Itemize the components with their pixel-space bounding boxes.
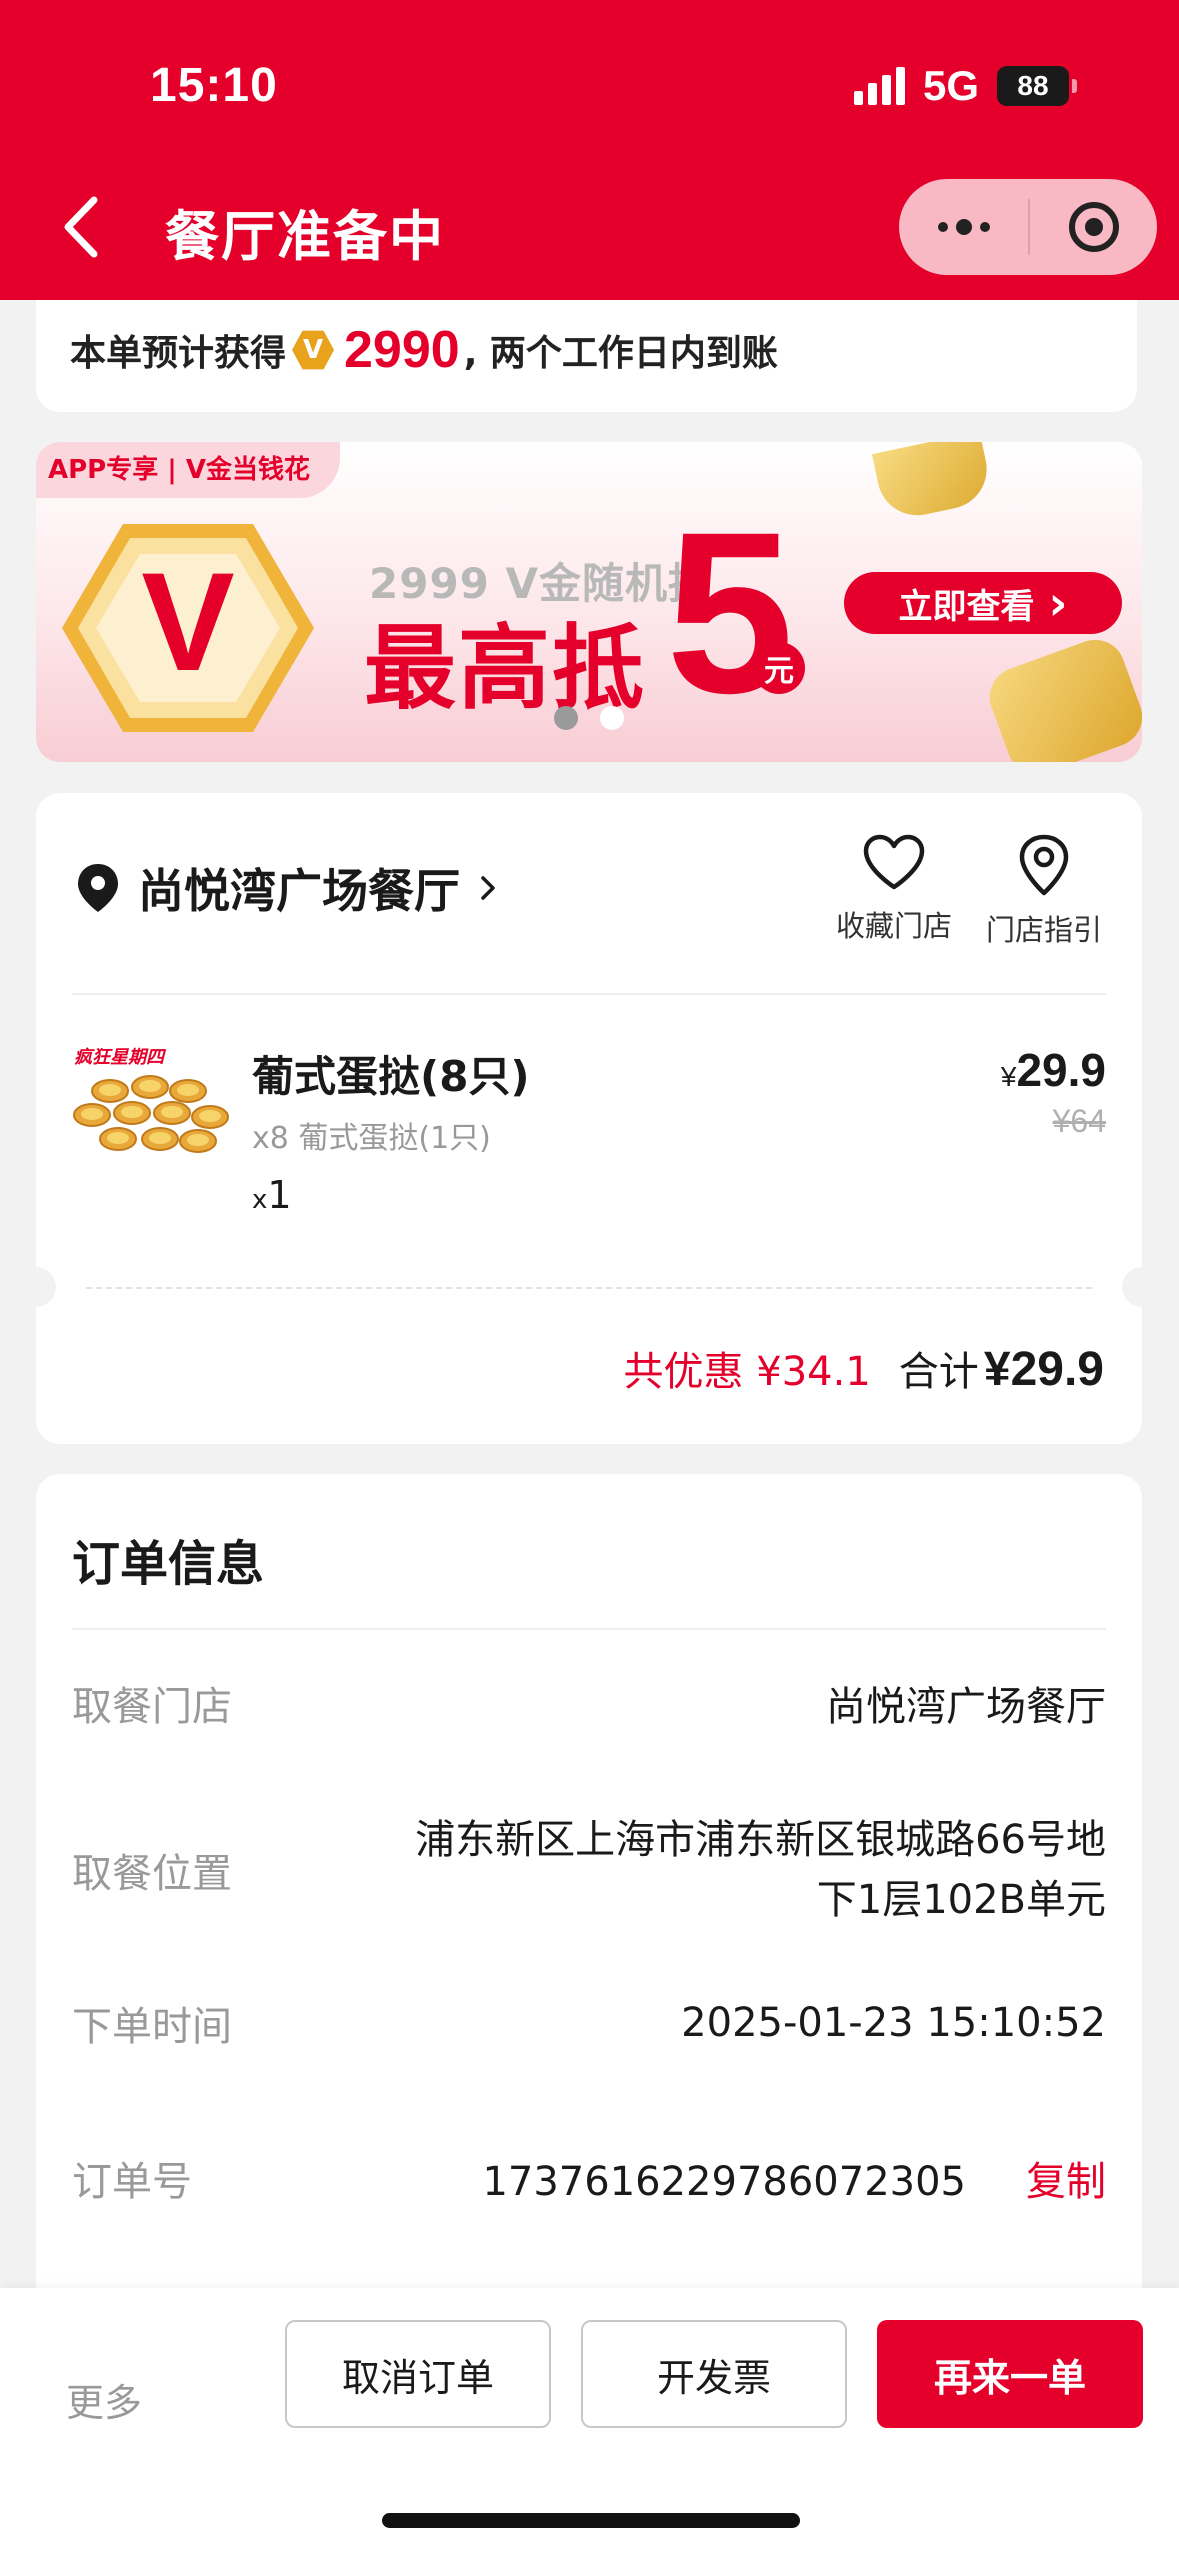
total-label: 合计 xyxy=(898,1349,979,1395)
points-card: 本单预计获得 V 2990 , 两个工作日内到账 xyxy=(36,300,1137,412)
info-value: 2025-01-23 15:10:52 xyxy=(681,2000,1106,2046)
reorder-button[interactable]: 再来一单 xyxy=(877,2320,1143,2428)
carousel-dot[interactable] xyxy=(554,706,578,730)
order-number-group: 1737616229786072305 复制 xyxy=(482,2149,1106,2207)
coin-decoration xyxy=(871,442,995,523)
more-button[interactable]: 更多 xyxy=(66,2372,142,2427)
app-header: 15:10 5G 88 餐厅准备中 xyxy=(0,0,1179,300)
info-label: 取餐门店 xyxy=(72,1684,232,1730)
info-row-order-number: 订单号 1737616229786072305 复制 xyxy=(72,2149,1106,2207)
copy-order-number-button[interactable]: 复制 xyxy=(1026,2159,1106,2205)
status-time: 15:10 xyxy=(150,59,278,112)
product-price: ¥29.9 xyxy=(1000,1044,1106,1096)
status-indicators: 5G 88 xyxy=(853,62,1077,110)
info-row-pickup-store: 取餐门店 尚悦湾广场餐厅 xyxy=(72,1674,1106,1732)
store-actions: 收藏门店 门店指引 xyxy=(834,833,1104,949)
dashed-divider xyxy=(86,1287,1092,1289)
info-label: 下单时间 xyxy=(72,2004,232,2050)
promo-banner[interactable]: APP专享 | V金当钱花 V 2999 V金随机抽 最高抵 5 元 立即查看 … xyxy=(36,442,1142,762)
map-pin-icon xyxy=(1019,834,1069,896)
product-quantity: x1 xyxy=(252,1173,292,1217)
egg-tart-image: 疯狂星期四 xyxy=(73,1047,229,1153)
info-value: 尚悦湾广场餐厅 xyxy=(826,1684,1106,1730)
order-info-card: 订单信息 取餐门店 尚悦湾广场餐厅 取餐位置 浦东新区上海市浦东新区银城路66号… xyxy=(36,1474,1142,2304)
close-miniprogram-icon[interactable] xyxy=(1030,179,1157,275)
carousel-dot[interactable] xyxy=(600,706,624,730)
info-label: 取餐位置 xyxy=(72,1851,232,1897)
page-title: 餐厅准备中 xyxy=(165,205,445,268)
network-type: 5G xyxy=(922,62,979,109)
svg-text:疯狂星期四: 疯狂星期四 xyxy=(74,1047,167,1068)
banner-tag: APP专享 | V金当钱花 xyxy=(36,442,340,498)
order-info-title: 订单信息 xyxy=(72,1536,265,1592)
cancel-order-button[interactable]: 取消订单 xyxy=(285,2320,551,2428)
favorite-store-button[interactable]: 收藏门店 xyxy=(834,833,954,949)
store-directions-button[interactable]: 门店指引 xyxy=(984,833,1104,949)
back-button[interactable] xyxy=(58,192,108,262)
product-name: 葡式蛋挞(8只) xyxy=(252,1052,530,1101)
ticket-notch xyxy=(16,1267,56,1307)
carousel-dots xyxy=(554,706,624,730)
points-prefix: 本单预计获得 xyxy=(70,333,287,374)
discount-total: 共优惠 ¥34.1 xyxy=(623,1349,871,1395)
total-value: ¥29.9 xyxy=(983,1343,1104,1396)
chevron-right-icon: › xyxy=(1048,576,1068,630)
product-original-price: ¥64 xyxy=(1052,1103,1106,1139)
points-suffix: , 两个工作日内到账 xyxy=(463,333,778,374)
heart-icon xyxy=(863,834,925,890)
info-label: 订单号 xyxy=(72,2159,192,2205)
ticket-notch xyxy=(1122,1267,1162,1307)
chevron-right-icon xyxy=(481,876,495,900)
battery-icon: 88 xyxy=(997,66,1077,106)
info-row-order-time: 下单时间 2025-01-23 15:10:52 xyxy=(72,1994,1106,2052)
store-directions-label: 门店指引 xyxy=(985,913,1102,947)
banner-unit: 元 xyxy=(753,642,805,694)
svg-text:V: V xyxy=(141,543,234,700)
total-group: 合计 ¥29.9 xyxy=(899,1339,1104,1397)
signal-icon xyxy=(853,67,905,105)
points-row: 本单预计获得 V 2990 , 两个工作日内到账 xyxy=(70,320,778,380)
more-options-icon[interactable] xyxy=(899,179,1028,275)
v-gold-logo-icon: V xyxy=(62,524,314,732)
v-coin-icon: V xyxy=(292,330,335,370)
favorite-store-label: 收藏门店 xyxy=(835,909,952,943)
banner-cta-button[interactable]: 立即查看 › xyxy=(844,572,1122,634)
home-indicator xyxy=(382,2513,800,2528)
location-pin-icon xyxy=(78,864,118,912)
divider xyxy=(72,993,1106,995)
divider xyxy=(72,1628,1106,1630)
coin-decoration xyxy=(981,631,1142,762)
invoice-button[interactable]: 开发票 xyxy=(581,2320,847,2428)
chevron-left-icon xyxy=(64,196,98,258)
banner-cta-label: 立即查看 xyxy=(898,586,1035,627)
order-summary: 共优惠 ¥34.1 合计 ¥29.9 xyxy=(624,1339,1104,1397)
miniprogram-capsule xyxy=(899,179,1157,275)
store-name: 尚悦湾广场餐厅 xyxy=(138,864,460,918)
info-row-pickup-location: 取餐位置 浦东新区上海市浦东新区银城路66号地 下1层102B单元 xyxy=(72,1810,1106,1930)
order-number: 1737616229786072305 xyxy=(482,2159,966,2205)
product-detail: x8 葡式蛋挞(1只) xyxy=(252,1121,491,1156)
order-items-card: 尚悦湾广场餐厅 收藏门店 门店指引 疯狂星期四 葡式蛋挞(8只) x8 葡式蛋挞… xyxy=(16,793,1162,1444)
store-link[interactable]: 尚悦湾广场餐厅 xyxy=(76,855,498,921)
points-amount: 2990 xyxy=(344,321,460,379)
info-value: 浦东新区上海市浦东新区银城路66号地 下1层102B单元 xyxy=(415,1817,1106,1923)
